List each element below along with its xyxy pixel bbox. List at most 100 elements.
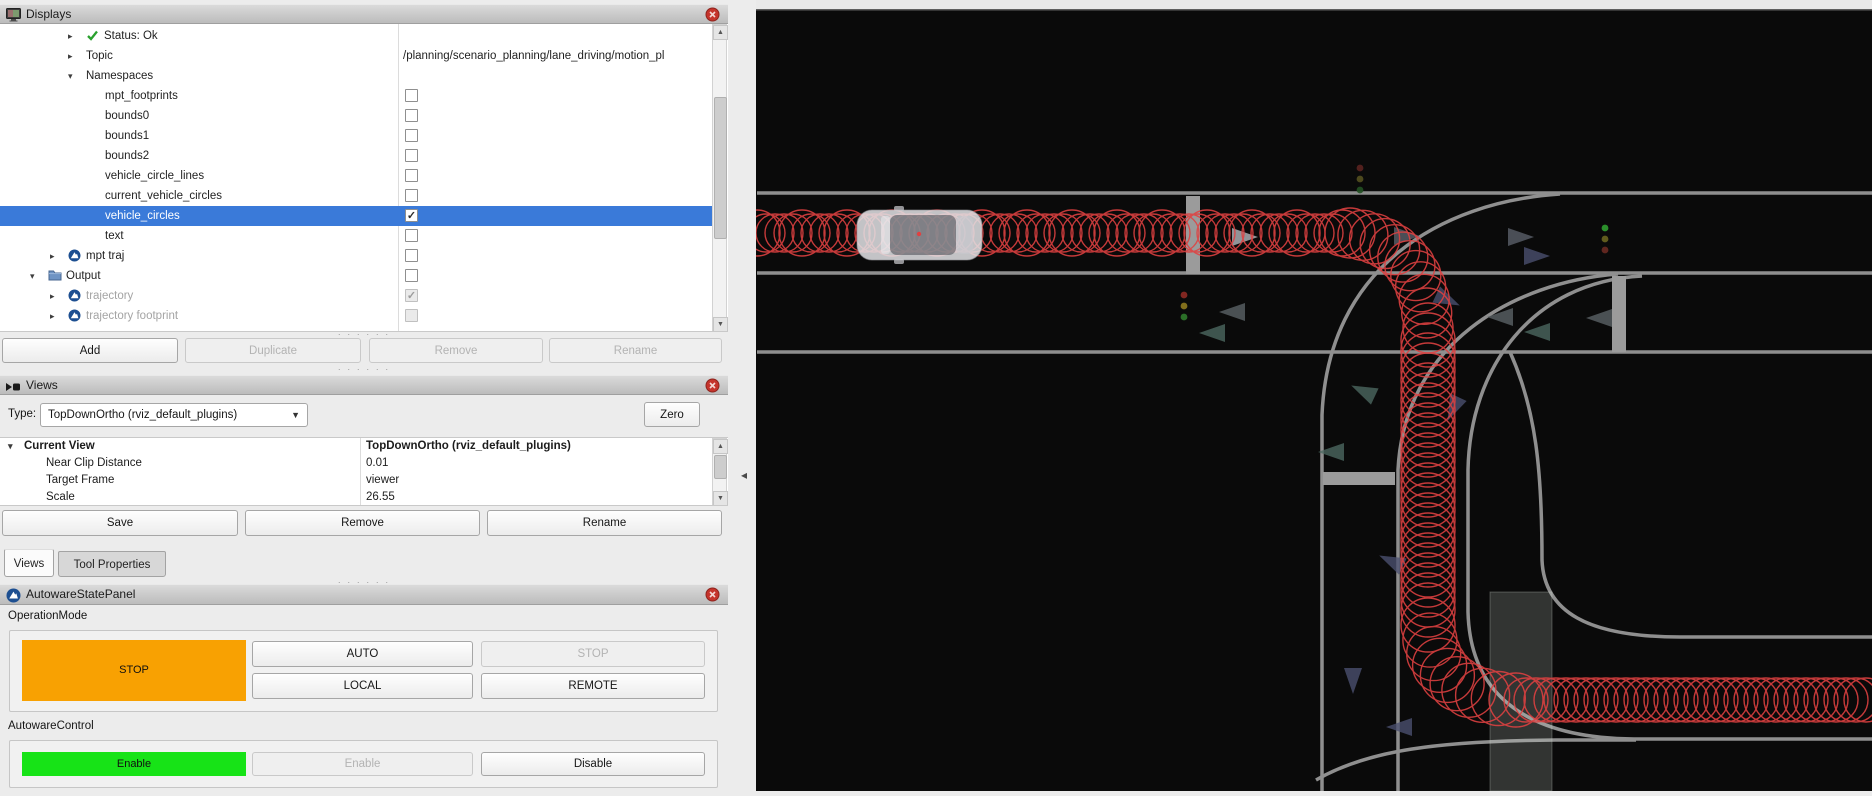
local-button[interactable]: LOCAL: [252, 673, 473, 699]
ego-vehicle: [857, 206, 982, 264]
visibility-checkbox[interactable]: [405, 149, 418, 162]
property-row-near-clip-distance[interactable]: Near Clip Distance 0.01: [0, 455, 712, 472]
expand-arrow-icon[interactable]: ▸: [68, 46, 82, 66]
trajectory-point: [917, 232, 921, 236]
autoware-control-group: Enable Enable Disable: [9, 740, 718, 788]
remove-button[interactable]: Remove: [245, 510, 480, 536]
disable-button[interactable]: Disable: [481, 752, 705, 776]
tree-row-bounds0[interactable]: bounds0: [0, 106, 712, 126]
tree-row-vehicle-circles[interactable]: vehicle_circles: [0, 206, 712, 226]
expand-arrow-icon[interactable]: ▸: [68, 26, 82, 46]
visibility-checkbox[interactable]: [405, 209, 418, 222]
tree-row-topic[interactable]: ▸Topic/planning/scenario_planning/lane_d…: [0, 46, 712, 66]
tree-row-bounds2[interactable]: bounds2: [0, 146, 712, 166]
autoware-control-label: AutowareControl: [8, 720, 94, 732]
tree-row-label: bounds1: [105, 126, 149, 146]
autoware-control-status: Enable: [22, 752, 246, 776]
tree-row-mpt-traj[interactable]: ▸ mpt traj: [0, 246, 712, 266]
tree-row-trajectory-footprint[interactable]: ▸trajectory footprint: [0, 306, 712, 326]
scroll-down-icon[interactable]: ▼: [713, 317, 728, 332]
tree-row-text[interactable]: text: [0, 226, 712, 246]
scroll-down-icon[interactable]: ▼: [713, 491, 728, 506]
visibility-checkbox[interactable]: [405, 89, 418, 102]
visibility-checkbox[interactable]: [405, 269, 418, 282]
displays-tree-scrollbar[interactable]: ▲ ▼: [712, 24, 727, 332]
displays-close-icon[interactable]: [705, 7, 720, 22]
scrollbar-thumb[interactable]: [714, 455, 727, 479]
property-name: Near Clip Distance: [46, 455, 142, 472]
tree-row-label: text: [105, 226, 124, 246]
visibility-checkbox[interactable]: [405, 249, 418, 262]
enable-button[interactable]: Enable: [252, 752, 473, 776]
visibility-checkbox[interactable]: [405, 309, 418, 322]
folder-icon: [48, 269, 63, 283]
visibility-checkbox[interactable]: [405, 169, 418, 182]
current-view-scrollbar[interactable]: ▲ ▼: [712, 438, 727, 505]
views-panel-title: Views: [26, 378, 58, 392]
viewport-top-strip-border: [756, 9, 1872, 11]
remove-button[interactable]: Remove: [369, 338, 543, 363]
tree-row-label: mpt traj: [86, 246, 124, 266]
visibility-checkbox[interactable]: [405, 289, 418, 302]
expand-arrow-icon[interactable]: ▸: [50, 246, 64, 266]
views-panel-titlebar[interactable]: Views: [0, 375, 728, 395]
visibility-checkbox[interactable]: [405, 229, 418, 242]
property-row-scale[interactable]: Scale 26.55: [0, 489, 712, 506]
expand-arrow-icon[interactable]: ▾: [30, 266, 44, 286]
stop-button[interactable]: STOP: [481, 641, 705, 667]
displays-tree: ▸Status: Ok▸Topic/planning/scenario_plan…: [0, 24, 728, 332]
expand-arrow-icon[interactable]: ▸: [50, 306, 64, 326]
tree-row-trajectory[interactable]: ▸trajectory: [0, 286, 712, 306]
map-canvas[interactable]: [756, 0, 1872, 791]
splitter-grip[interactable]: · · · · · ·: [0, 367, 728, 373]
current-view-table: ▾Current ViewTopDownOrtho (rviz_default_…: [0, 437, 728, 506]
tab-views[interactable]: Views: [4, 549, 54, 577]
tree-row-bounds1[interactable]: bounds1: [0, 126, 712, 146]
displays-buttons-row: Add Duplicate RemoveRename: [0, 338, 728, 363]
scroll-up-icon[interactable]: ▲: [713, 25, 728, 40]
tree-row-mpt-footprints[interactable]: mpt_footprints: [0, 86, 712, 106]
autoware-icon: [68, 249, 83, 263]
autoware-state-panel-titlebar[interactable]: AutowareStatePanel: [0, 584, 728, 605]
3d-viewport[interactable]: [756, 0, 1872, 791]
auto-button[interactable]: AUTO: [252, 641, 473, 667]
displays-panel-titlebar[interactable]: Displays: [0, 4, 728, 24]
expand-arrow-icon[interactable]: ▾: [68, 66, 82, 86]
visibility-checkbox[interactable]: [405, 189, 418, 202]
tree-row-status-ok[interactable]: ▸Status: Ok: [0, 26, 712, 46]
tab-tool-properties[interactable]: Tool Properties: [58, 551, 166, 577]
duplicate-button[interactable]: Duplicate: [185, 338, 361, 363]
expand-arrow-icon[interactable]: ▸: [50, 286, 64, 306]
property-name: Target Frame: [46, 472, 114, 489]
viewport-top-strip: [756, 0, 1872, 9]
dock-collapse-icon[interactable]: ◂: [741, 467, 747, 483]
tree-row-namespaces[interactable]: ▾Namespaces: [0, 66, 712, 86]
visibility-checkbox[interactable]: [405, 129, 418, 142]
property-value[interactable]: viewer: [366, 472, 399, 489]
add-button[interactable]: Add: [2, 338, 178, 363]
tree-row-label: current_vehicle_circles: [105, 186, 222, 206]
visibility-checkbox[interactable]: [405, 109, 418, 122]
property-row-current-view[interactable]: ▾Current ViewTopDownOrtho (rviz_default_…: [0, 438, 712, 455]
save-button[interactable]: Save: [2, 510, 238, 536]
property-value[interactable]: 0.01: [366, 455, 388, 472]
view-type-select[interactable]: TopDownOrtho (rviz_default_plugins) ▼: [40, 403, 308, 427]
tree-row-value[interactable]: /planning/scenario_planning/lane_driving…: [403, 46, 709, 66]
tree-row-current-vehicle-circles[interactable]: current_vehicle_circles: [0, 186, 712, 206]
view-type-label: Type:: [8, 408, 36, 420]
property-name: Scale: [46, 489, 75, 506]
tree-row-label: vehicle_circles: [105, 206, 180, 226]
scrollbar-thumb[interactable]: [714, 97, 727, 239]
autoware-state-close-icon[interactable]: [705, 587, 720, 602]
remote-button[interactable]: REMOTE: [481, 673, 705, 699]
property-row-target-frame[interactable]: Target Frame viewer: [0, 472, 712, 489]
tree-row-vehicle-circle-lines[interactable]: vehicle_circle_lines: [0, 166, 712, 186]
scroll-up-icon[interactable]: ▲: [713, 439, 728, 454]
property-value[interactable]: 26.55: [366, 489, 395, 506]
views-close-icon[interactable]: [705, 378, 720, 393]
tree-row-output[interactable]: ▾Output: [0, 266, 712, 286]
zero-button[interactable]: Zero: [644, 402, 700, 427]
expand-arrow-icon[interactable]: ▾: [8, 438, 22, 455]
rename-button[interactable]: Rename: [487, 510, 722, 536]
rename-button[interactable]: Rename: [549, 338, 722, 363]
